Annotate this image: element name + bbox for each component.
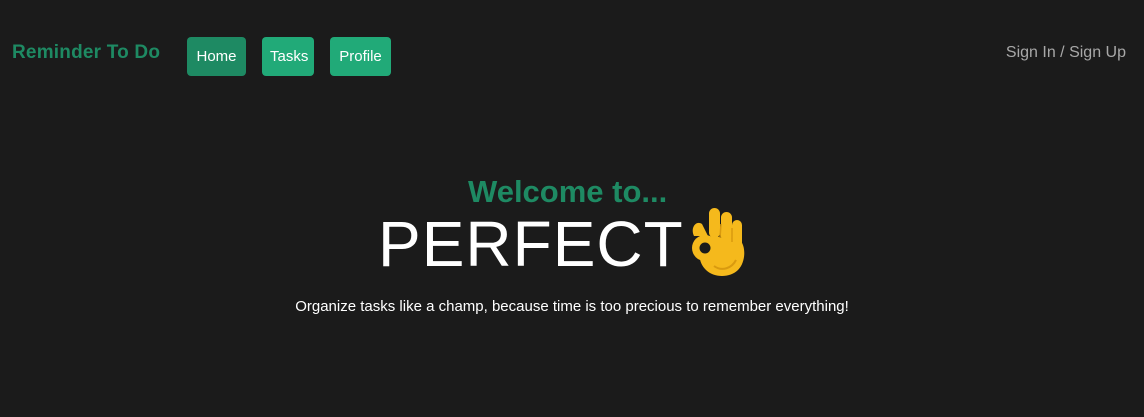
hero-section: Welcome to... PERFECT Organize tasks lik… [0, 170, 1144, 330]
sign-in-sign-up-link[interactable]: Sign In / Sign Up [1006, 44, 1126, 62]
nav-tasks-button[interactable]: Tasks [262, 37, 314, 76]
tagline-text: Organize tasks like a champ, because tim… [295, 298, 849, 315]
nav-profile-button[interactable]: Profile [330, 37, 391, 76]
brand-logo[interactable]: Reminder To Do [12, 42, 160, 64]
hero-title: PERFECT [378, 208, 684, 280]
nav-home-button[interactable]: Home [187, 37, 246, 76]
welcome-heading: Welcome to... [468, 174, 668, 209]
navbar: Reminder To Do Home Tasks Profile Sign I… [0, 0, 1144, 110]
ok-hand-icon [688, 206, 750, 278]
